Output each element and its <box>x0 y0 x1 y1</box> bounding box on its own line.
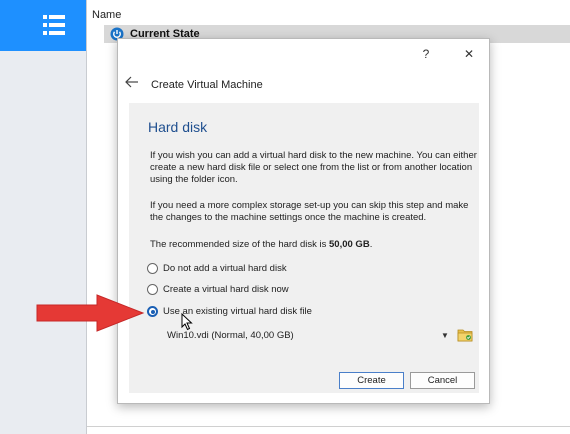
recommended-size: 50,00 GB <box>329 239 370 250</box>
column-header-name[interactable]: Name <box>92 9 121 21</box>
dropdown-arrow-icon[interactable]: ▼ <box>441 331 449 340</box>
description-paragraph: If you wish you can add a virtual hard d… <box>150 150 477 185</box>
create-vm-dialog: ? ✕ Create Virtual Machine Hard disk If … <box>117 38 490 404</box>
tools-menu-icon <box>43 15 65 35</box>
create-button[interactable]: Create <box>339 372 404 389</box>
advanced-note-paragraph: If you need a more complex storage set-u… <box>150 200 469 223</box>
cancel-button[interactable]: Cancel <box>410 372 475 389</box>
back-arrow-icon[interactable] <box>125 76 139 88</box>
close-button[interactable]: ✕ <box>457 44 481 64</box>
recommended-suffix: . <box>369 239 373 250</box>
sidebar <box>0 0 87 434</box>
existing-disk-select[interactable]: Win10.vdi (Normal, 40,00 GB) ▼ <box>165 327 449 343</box>
mouse-cursor-icon <box>181 313 193 331</box>
wizard-page: Hard disk If you wish you can add a virt… <box>129 103 479 393</box>
recommended-size-text: The recommended size of the hard disk is… <box>150 239 478 251</box>
radio-no-disk[interactable] <box>147 263 158 274</box>
wizard-header: Create Virtual Machine <box>118 67 489 101</box>
help-button[interactable]: ? <box>414 44 438 64</box>
option-label: Create a virtual hard disk now <box>163 284 289 295</box>
folder-icon[interactable] <box>457 327 473 342</box>
wizard-title: Create Virtual Machine <box>151 79 263 91</box>
recommended-prefix: The recommended size of the hard disk is <box>150 239 330 250</box>
annotation-arrow-icon <box>36 294 145 332</box>
selected-disk-value: Win10.vdi (Normal, 40,00 GB) <box>167 330 294 341</box>
tools-button[interactable] <box>0 0 86 51</box>
divider <box>87 426 570 427</box>
radio-create-disk[interactable] <box>147 284 158 295</box>
option-label: Do not add a virtual hard disk <box>163 263 287 274</box>
page-title: Hard disk <box>148 119 208 135</box>
radio-existing-disk[interactable] <box>147 306 158 317</box>
